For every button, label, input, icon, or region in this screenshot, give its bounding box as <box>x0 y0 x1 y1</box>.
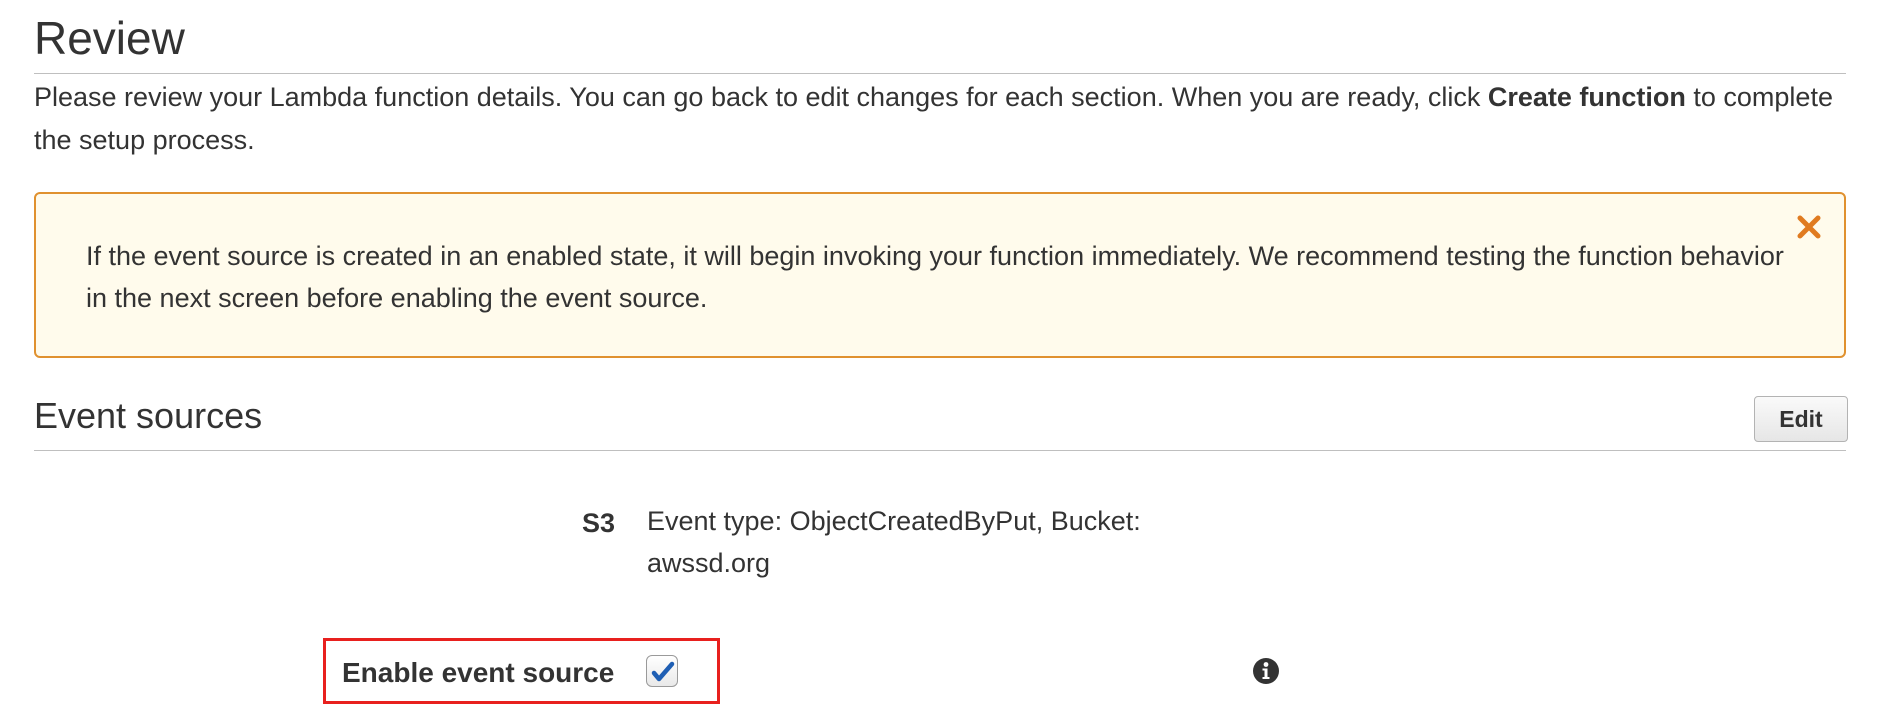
enable-event-source-checkbox[interactable] <box>646 655 678 687</box>
intro-text: Please review your Lambda function detai… <box>34 82 1488 112</box>
review-page: Review Please review your Lambda functio… <box>0 0 1884 718</box>
intro-create-function-emphasis: Create function <box>1487 82 1686 112</box>
page-title: Review <box>34 12 185 64</box>
review-intro: Please review your Lambda function detai… <box>34 76 1864 162</box>
event-source-description: Event type: ObjectCreatedByPut, Bucket: … <box>647 506 1141 578</box>
edit-button[interactable]: Edit <box>1754 396 1848 442</box>
close-icon[interactable] <box>1792 210 1826 244</box>
info-icon[interactable] <box>1252 657 1280 685</box>
warning-alert: If the event source is created in an ena… <box>34 192 1846 358</box>
section-divider <box>34 450 1846 451</box>
checkmark-icon <box>651 661 675 682</box>
event-sources-heading: Event sources <box>34 395 263 436</box>
enable-event-source-label: Enable event source <box>342 657 615 688</box>
event-source-type: S3 <box>582 508 616 538</box>
alert-message: If the event source is created in an ena… <box>86 241 1784 313</box>
title-divider <box>34 73 1846 74</box>
